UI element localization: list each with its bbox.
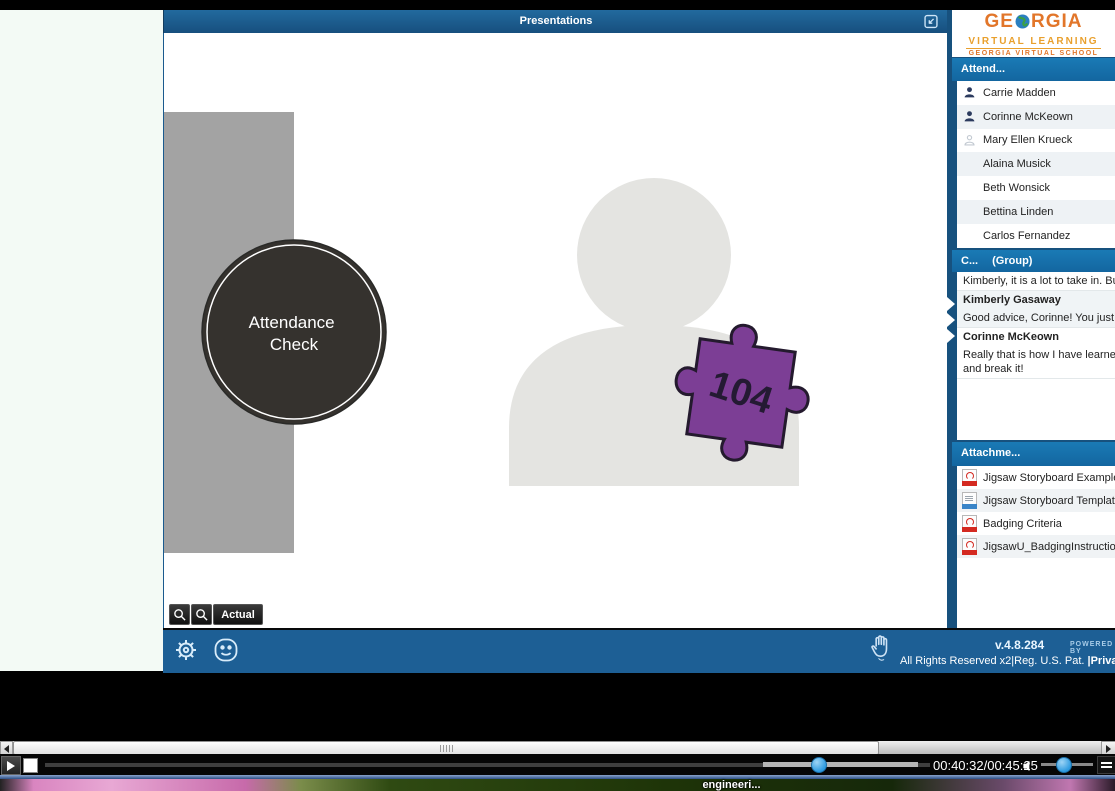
chat-messages: Kimberly, it is a lot to take in. But pl… [957,272,1115,440]
attendee-name: Carlos Fernandez [983,229,1071,242]
attendee-name: Beth Wonsick [983,182,1051,195]
zoom-out-button[interactable] [191,604,212,625]
slide-area: Attendance Check 104 Actual [163,33,948,628]
gear-icon [176,640,196,660]
top-black-bar [0,0,1115,10]
chevron-right-icon [947,329,955,343]
attachment-label: Jigsaw Storyboard Template [983,494,1115,507]
attachment-label: JigsawU_BadgingInstructions [983,540,1115,553]
globe-icon [1015,14,1030,29]
logo-word-pre: GE [984,11,1014,32]
attendee-row[interactable]: Corinne McKeown [957,104,1115,129]
volume-thumb[interactable] [1056,757,1072,773]
attendee-name: Corinne McKeown [983,110,1073,123]
attendees-list: Carrie Madden Corinne McKeown Mary Ellen… [957,81,1115,248]
popout-icon[interactable] [922,13,940,30]
attendee-row[interactable]: Carrie Madden [957,81,1115,105]
attendee-row[interactable]: Mary Ellen Krueck [957,129,1115,153]
attendee-row[interactable]: Beth Wonsick [957,176,1115,200]
chat-sender: Corinne McKeown [963,331,1059,343]
chat-panel-header: C... (Group) [952,250,1115,272]
zoom-in-button[interactable] [169,604,190,625]
attendance-circle: Attendance Check [201,239,387,425]
attachment-row[interactable]: JigsawU_BadgingInstructions [957,535,1115,558]
person-outline-icon [964,134,975,146]
attendee-row[interactable]: Alaina Musick [957,152,1115,177]
attendance-circle-line2: Check [270,335,319,354]
version-label: v.4.8.284 [995,638,1045,652]
panel-collapse-handle[interactable] [947,295,957,347]
chat-header-group: (Group) [992,255,1033,267]
powered-by-label: POWERED BY [1070,641,1114,655]
pdf-file-icon [962,469,977,486]
play-button[interactable] [1,756,21,775]
background-window-title: engineeri... [702,779,761,791]
attachment-label: Jigsaw Storyboard Example [983,471,1115,484]
background-window-strip: engineeri... [0,779,1115,791]
rights-text: All Rights Reserved x2|Reg. U.S. Pat. [900,655,1088,667]
scrollbar-thumb[interactable] [13,741,879,755]
attendance-circle-line1: Attendance [249,313,335,332]
attachment-row[interactable]: Jigsaw Storyboard Example [957,466,1115,489]
person-icon [964,87,975,98]
attendee-name: Bettina Linden [983,205,1054,218]
chevron-right-icon [947,313,955,327]
logo-box: GE RGIA VIRTUAL LEARNING GEORGIA VIRTUAL… [952,10,1115,57]
emoticon-button[interactable] [213,637,239,668]
status-bar: v.4.8.284 POWERED BY All Rights Reserved… [163,628,1115,673]
logo-word-post: RGIA [1030,11,1083,32]
seek-thumb[interactable] [811,757,827,773]
raised-hand-icon [871,635,888,661]
play-icon [7,760,15,771]
logo-line3: GEORGIA VIRTUAL SCHOOL [968,50,1099,57]
chat-message: Good advice, Corinne! You just have t [957,309,1115,328]
volume-button[interactable] [1022,759,1035,772]
slide-graphics: Attendance Check 104 [164,112,810,553]
chevron-right-icon [947,297,955,311]
docx-file-icon [962,492,977,509]
person-silhouette-head [577,178,731,332]
attendee-name: Alaina Musick [983,158,1051,171]
arrow-left-icon [4,744,9,753]
attachment-row[interactable]: Badging Criteria [957,512,1115,535]
actual-size-button[interactable]: Actual [213,604,263,625]
presentation-title: Presentations [519,15,593,27]
smiley-icon [214,638,238,662]
attachments-panel-header: Attachme... [952,442,1115,466]
pdf-file-icon [962,538,977,555]
left-blank-pane [0,10,163,671]
attachment-row[interactable]: Jigsaw Storyboard Template [957,489,1115,512]
privacy-link[interactable]: |Privac [1088,655,1115,667]
attendee-name: Carrie Madden [983,86,1056,99]
detach-button[interactable] [1097,756,1115,774]
presentation-titlebar: Presentations [163,10,948,33]
attachment-label: Badging Criteria [983,517,1062,530]
pdf-file-icon [962,515,977,532]
side-panels: GE RGIA VIRTUAL LEARNING GEORGIA VIRTUAL… [947,10,1115,628]
chat-header-title: C... [961,255,979,267]
logo-line1: GE RGIA [952,12,1115,31]
chat-message: Kimberly, it is a lot to take in. But pl… [957,272,1115,291]
speaker-icon [1023,760,1030,772]
playback-control-bar: 00:40:32/00:45:25 [0,754,1115,775]
magnifier-icon [174,609,186,621]
logo-line2: VIRTUAL LEARNING [966,36,1101,49]
rights-label: All Rights Reserved x2|Reg. U.S. Pat. |P… [900,655,1115,667]
raise-hand-button[interactable] [868,633,894,666]
chat-sender: Kimberly Gasaway [957,291,1115,309]
attendee-name: Mary Ellen Krueck [983,134,1073,147]
chat-message: Really that is how I have learned all o [963,349,1115,361]
attendees-panel-header: Attend... [952,58,1115,81]
attendee-row[interactable]: Bettina Linden [957,199,1115,224]
chat-message: and break it! [957,361,1115,379]
magnifier-icon [196,609,208,621]
person-icon [964,111,975,122]
attendee-row[interactable]: Carlos Fernandez [957,224,1115,248]
arrow-right-icon [1106,744,1111,753]
horizontal-scrollbar[interactable] [0,741,1115,756]
seek-loaded-segment [763,762,918,767]
attachments-list: Jigsaw Storyboard Example Jigsaw Storybo… [957,466,1115,628]
stop-button[interactable] [23,758,38,773]
settings-gear-button[interactable] [173,637,199,668]
